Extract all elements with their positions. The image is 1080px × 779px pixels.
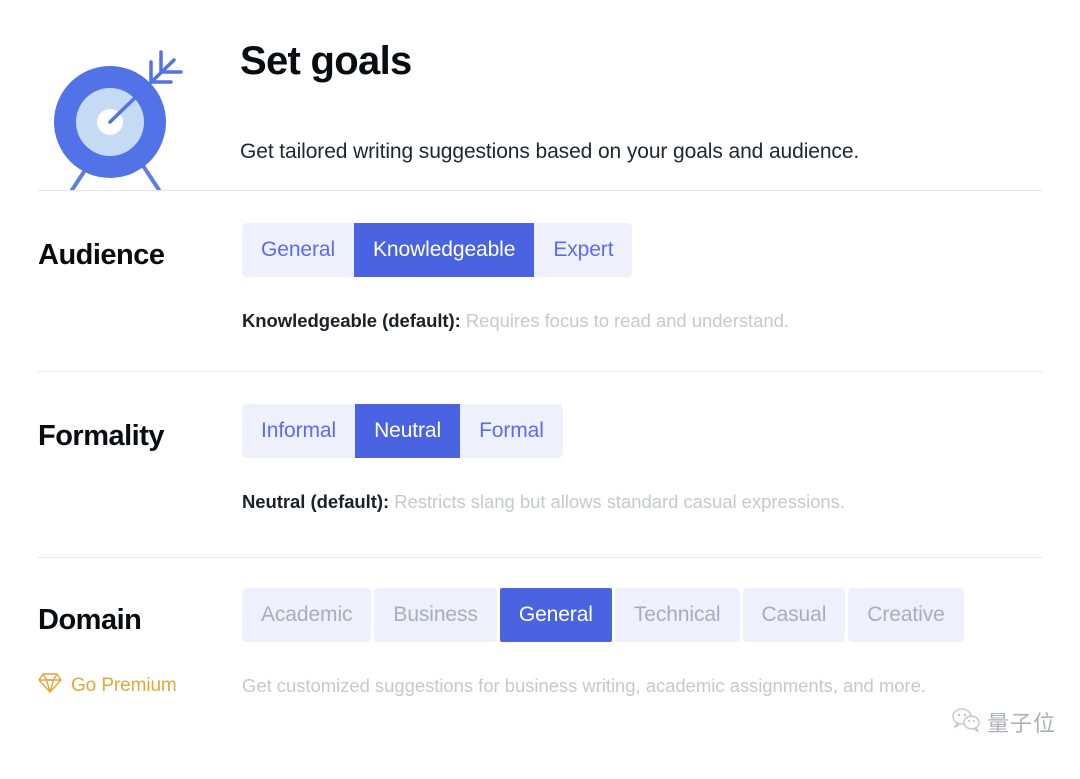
panel-header: Set goals Get tailored writing suggestio… — [38, 0, 1042, 192]
premium-description: Get customized suggestions for business … — [242, 674, 926, 696]
page-title: Set goals — [240, 39, 412, 83]
audience-description: Knowledgeable (default): Requires focus … — [242, 277, 1042, 332]
header-text-block: Set goals Get tailored writing suggestio… — [188, 34, 859, 166]
formality-description: Neutral (default): Restricts slang but a… — [242, 458, 1042, 513]
setting-label-formality: Formality — [38, 420, 165, 452]
watermark-text: 量子位 — [986, 711, 1056, 736]
audience-option-expert[interactable]: Expert — [534, 223, 633, 277]
diamond-gem-icon — [38, 672, 62, 699]
setting-label-domain: Domain — [38, 604, 142, 636]
formality-option-neutral[interactable]: Neutral — [355, 404, 461, 458]
setting-body-domain: Academic Business General Technical Casu… — [238, 588, 1042, 642]
domain-option-academic[interactable]: Academic — [242, 588, 372, 642]
audience-segmented-control[interactable]: General Knowledgeable Expert — [242, 223, 633, 277]
premium-row: Go Premium Get customized suggestions fo… — [38, 642, 1042, 699]
audience-description-rest: Requires focus to read and understand. — [460, 310, 789, 331]
domain-option-general[interactable]: General — [499, 588, 612, 642]
go-premium-label: Go Premium — [71, 674, 177, 696]
formality-segmented-control[interactable]: Informal Neutral Formal — [242, 404, 563, 458]
formality-option-informal[interactable]: Informal — [242, 404, 356, 458]
setting-row-formality: Formality Informal Neutral Formal Neutra… — [38, 372, 1042, 557]
setting-label-audience: Audience — [38, 239, 165, 271]
domain-segmented-control[interactable]: Academic Business General Technical Casu… — [242, 588, 964, 642]
formality-description-rest: Restricts slang but allows standard casu… — [389, 491, 845, 512]
domain-option-casual[interactable]: Casual — [742, 588, 846, 642]
domain-option-creative[interactable]: Creative — [848, 588, 964, 642]
target-goal-icon — [38, 34, 188, 195]
setting-body-formality: Informal Neutral Formal Neutral (default… — [238, 404, 1042, 513]
watermark: 量子位 — [951, 706, 1056, 738]
audience-description-strong: Knowledgeable (default): — [242, 310, 461, 331]
audience-option-knowledgeable[interactable]: Knowledgeable — [354, 223, 535, 277]
domain-option-business[interactable]: Business — [374, 588, 497, 642]
setting-body-audience: General Knowledgeable Expert Knowledgeab… — [238, 223, 1042, 332]
wechat-icon — [951, 707, 981, 738]
setting-row-domain: Domain Academic Business General Technic… — [38, 558, 1042, 642]
page-subtitle: Get tailored writing suggestions based o… — [240, 140, 860, 164]
formality-description-strong: Neutral (default): — [242, 491, 390, 512]
formality-option-formal[interactable]: Formal — [460, 404, 563, 458]
domain-option-technical[interactable]: Technical — [614, 588, 740, 642]
go-premium-button[interactable]: Go Premium — [38, 672, 242, 699]
set-goals-panel: Set goals Get tailored writing suggestio… — [0, 0, 1080, 779]
audience-option-general[interactable]: General — [242, 223, 355, 277]
setting-row-audience: Audience General Knowledgeable Expert Kn… — [38, 191, 1042, 371]
